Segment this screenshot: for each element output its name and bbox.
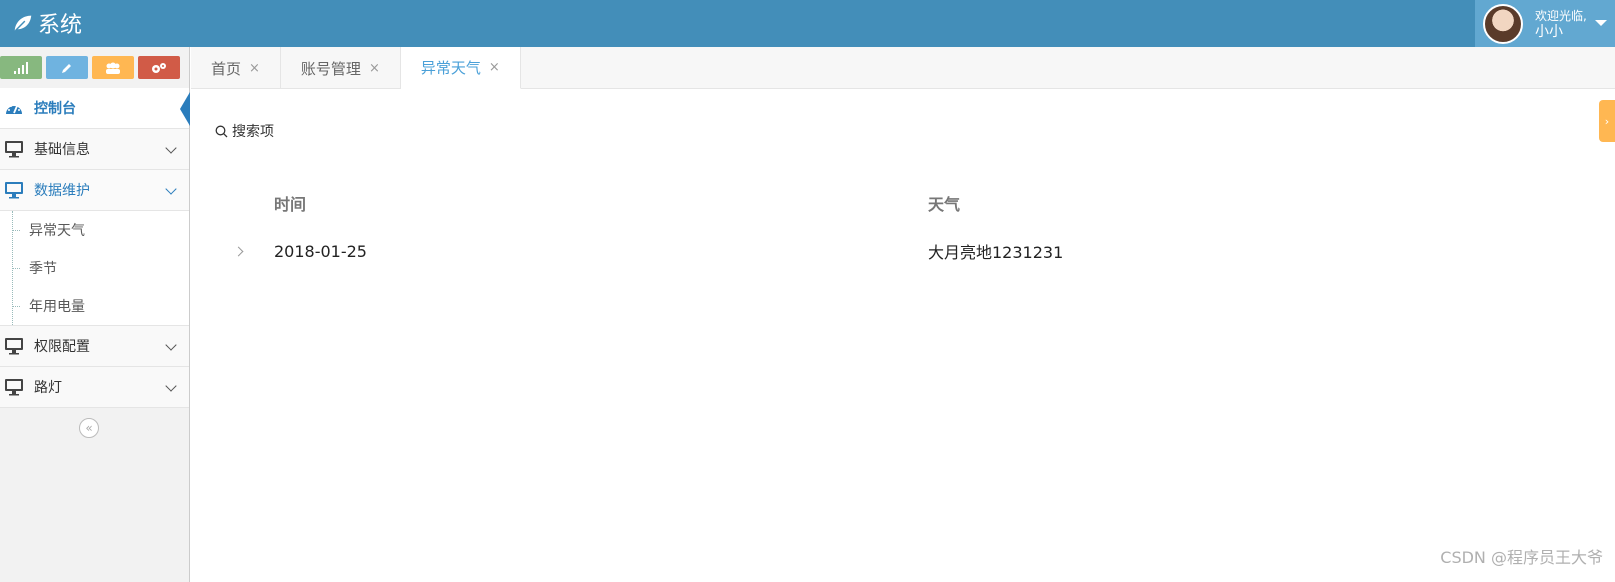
submenu-item-abnormal-weather[interactable]: 异常天气: [0, 211, 189, 249]
avatar[interactable]: [1483, 3, 1523, 44]
search-icon: [215, 125, 228, 137]
cell-time: 2018-01-25: [274, 241, 367, 261]
main-content: 搜索项 › 时间 天气 2018-01-25 大月亮地1231231: [191, 90, 1615, 582]
sidebar-item-data-maintenance[interactable]: 数据维护: [0, 170, 189, 211]
tab-bar: 首页 × 账号管理 × 异常天气 ×: [191, 47, 1615, 89]
pencil-icon: [62, 63, 71, 73]
desktop-icon: [4, 140, 24, 158]
signal-icon: [14, 61, 28, 74]
chevron-down-icon: [165, 183, 177, 195]
column-header-time[interactable]: 时间: [274, 191, 306, 215]
sidebar-item-streetlight[interactable]: 路灯: [0, 367, 189, 408]
chevron-down-icon: [165, 380, 177, 392]
chevron-right-icon: ›: [1604, 114, 1610, 128]
sidebar-item-label: 数据维护: [34, 183, 90, 199]
chevron-down-icon: [165, 142, 177, 154]
sidebar-item-label: 基础信息: [34, 142, 90, 158]
shortcut-users-button[interactable]: [92, 56, 134, 79]
chevron-down-icon: [165, 339, 177, 351]
leaf-icon: [14, 15, 32, 31]
tab-label: 账号管理: [300, 59, 361, 78]
settings-drawer-handle[interactable]: ›: [1599, 100, 1615, 142]
search-toggle[interactable]: 搜索项: [215, 121, 274, 141]
app-title: 系统: [38, 13, 83, 38]
user-name: 小小: [1535, 23, 1563, 40]
desktop-icon: [4, 181, 24, 199]
column-header-weather[interactable]: 天气: [928, 191, 960, 215]
tab-label: 异常天气: [420, 59, 481, 77]
tab-home[interactable]: 首页 ×: [191, 47, 281, 89]
search-label-text: 搜索项: [232, 124, 274, 140]
sidebar-item-basic-info[interactable]: 基础信息: [0, 129, 189, 170]
watermark: CSDN @程序员王大爷: [1440, 548, 1603, 567]
sidebar-item-label: 权限配置: [34, 339, 90, 355]
dashboard-icon: [4, 99, 24, 117]
shortcut-cogs-button[interactable]: [138, 56, 180, 79]
sidebar-collapse-button[interactable]: «: [79, 418, 99, 438]
close-icon[interactable]: ×: [489, 60, 500, 75]
brand[interactable]: 系统: [12, 8, 82, 38]
shortcut-pencil-button[interactable]: [46, 56, 88, 79]
user-menu[interactable]: 欢迎光临, 小小: [1475, 0, 1615, 47]
top-navbar: 系统 欢迎光临, 小小: [0, 0, 1615, 47]
shortcut-signal-button[interactable]: [0, 56, 42, 79]
tab-abnormal-weather[interactable]: 异常天气 ×: [400, 47, 521, 89]
desktop-icon: [4, 337, 24, 355]
table-row[interactable]: 2018-01-25 大月亮地1231231: [215, 231, 1595, 271]
close-icon[interactable]: ×: [369, 61, 380, 76]
table-header: 时间 天气: [215, 185, 1595, 221]
submenu-item-season[interactable]: 季节: [0, 249, 189, 287]
data-table: 时间 天气 2018-01-25 大月亮地1231231: [215, 185, 1595, 271]
close-icon[interactable]: ×: [249, 61, 260, 76]
submenu-data-maintenance: 异常天气 季节 年用电量: [0, 211, 189, 326]
welcome-text: 欢迎光临,: [1535, 8, 1587, 23]
desktop-icon: [4, 378, 24, 396]
sidebar-item-label: 控制台: [34, 101, 76, 117]
users-icon: [106, 62, 120, 74]
caret-down-icon[interactable]: [1595, 20, 1607, 26]
cell-weather: 大月亮地1231231: [928, 243, 1064, 262]
cogs-icon: [152, 62, 166, 73]
tab-account-management[interactable]: 账号管理 ×: [281, 47, 401, 89]
expand-row-icon[interactable]: [233, 246, 244, 256]
tab-label: 首页: [211, 59, 242, 78]
sidebar-item-label: 路灯: [34, 380, 62, 396]
active-indicator: [180, 92, 190, 126]
sidebar: 控制台 基础信息 数据维护 异常天气 季节 年用电量 权限配置 路灯 «: [0, 47, 190, 582]
submenu-item-annual-electricity[interactable]: 年用电量: [0, 287, 189, 325]
shortcut-buttons: [0, 47, 189, 88]
sidebar-item-permissions[interactable]: 权限配置: [0, 326, 189, 367]
sidebar-item-dashboard[interactable]: 控制台: [0, 88, 190, 129]
